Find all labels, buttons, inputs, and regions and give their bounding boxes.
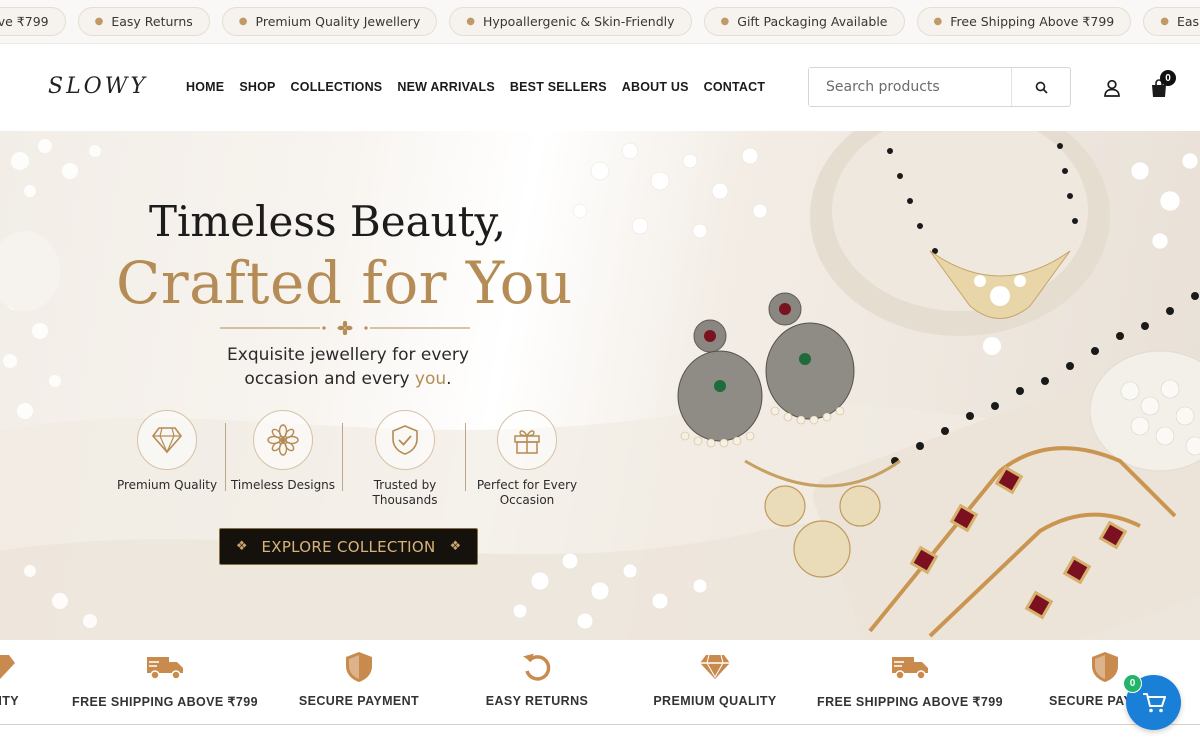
strip-item: EASY RETURNS	[437, 648, 637, 708]
diamond-icon	[151, 427, 183, 454]
hero-banner: Timeless Beauty, Crafted for You Exquisi…	[0, 131, 1200, 640]
feature-label: Timeless Designs	[230, 478, 336, 492]
flower-icon	[267, 424, 299, 456]
bullet-icon: ●	[720, 16, 730, 27]
feature-label: Trusted by Thousands	[372, 478, 438, 507]
bullet-icon: ●	[94, 16, 104, 27]
announcement-text: Gift Packaging Available	[737, 14, 888, 29]
announcement-text: Hypoallergenic & Skin-Friendly	[482, 14, 675, 29]
nav-about-us[interactable]: ABOUT US	[622, 80, 689, 94]
strip-item: PREMIUM QUALITY	[615, 648, 815, 708]
announcement-text: Eas	[1176, 14, 1200, 29]
hero-subtitle-highlight: you	[414, 369, 447, 389]
nav-shop[interactable]: SHOP	[239, 80, 275, 94]
nav-collections[interactable]: COLLECTIONS	[291, 80, 383, 94]
feature-label: Premium Quality	[116, 478, 218, 492]
bullet-icon: ●	[933, 16, 943, 27]
strip-label: EASY RETURNS	[485, 694, 589, 708]
explore-collection-label: EXPLORE COLLECTION	[261, 537, 436, 556]
strip-item: FREE SHIPPING ABOVE ₹799	[65, 648, 265, 709]
nav-contact[interactable]: CONTACT	[704, 80, 766, 94]
feature-separator	[342, 423, 343, 491]
feature-icon-circle	[253, 410, 313, 470]
ornament-icon: ❖	[235, 539, 248, 554]
announcement-pill: ●ve ₹799	[0, 7, 66, 36]
feature-label: Perfect for Every Occasion	[476, 478, 578, 507]
diamond-icon	[700, 654, 730, 679]
search-box	[808, 67, 1071, 107]
cart-count-badge: 0	[1160, 70, 1176, 86]
announcement-pill: ● Gift Packaging Available	[703, 7, 905, 36]
benefits-strip: ALITY FREE SHIPPING ABOVE ₹799 SECURE PA…	[0, 640, 1200, 725]
strip-item: FREE SHIPPING ABOVE ₹799	[810, 648, 1010, 709]
nav-best-sellers[interactable]: BEST SELLERS	[510, 80, 607, 94]
bullet-icon: ●	[1160, 16, 1169, 27]
feature-timeless-designs: Timeless Designs	[223, 410, 343, 493]
nav-home[interactable]: HOME	[186, 80, 224, 94]
announcement-track: ●ve ₹799 ●Easy Returns ●Premium Quality …	[0, 7, 1200, 36]
feature-trusted: Trusted by Thousands	[345, 410, 465, 508]
return-icon	[523, 653, 551, 681]
search-input[interactable]	[809, 68, 1012, 106]
strip-label: SECURE PAYMENT	[298, 694, 420, 708]
truck-icon	[892, 657, 928, 680]
user-icon[interactable]	[1102, 78, 1122, 98]
shield-icon	[1092, 652, 1118, 682]
ornament-divider	[220, 321, 470, 335]
shield-icon	[346, 652, 372, 682]
announcement-pill: ● Hypoallergenic & Skin-Friendly	[449, 7, 692, 36]
feature-premium-quality: Premium Quality	[107, 410, 227, 493]
hero-subtitle: Exquisite jewellery for every occasion a…	[198, 343, 498, 391]
ornament-icon: ❖	[449, 539, 462, 554]
diamond-icon	[0, 655, 15, 679]
announcement-text: Free Shipping Above ₹799	[950, 14, 1115, 29]
floating-cart-badge: 0	[1123, 674, 1142, 693]
announcement-text: Easy Returns	[111, 14, 193, 29]
hero-title-line2: Crafted for You	[116, 249, 573, 317]
gift-icon	[514, 430, 540, 454]
hero-subtitle-end: .	[446, 369, 452, 389]
announcement-bar: ●ve ₹799 ●Easy Returns ●Premium Quality …	[0, 0, 1200, 44]
bullet-icon: ●	[466, 16, 475, 27]
strip-item: SECURE PAYMENT	[259, 648, 459, 708]
site-header: SLOWY HOME SHOP COLLECTIONS NEW ARRIVALS…	[0, 44, 1200, 131]
nav-new-arrivals[interactable]: NEW ARRIVALS	[397, 80, 495, 94]
feature-icon-circle	[497, 410, 557, 470]
strip-label: FREE SHIPPING ABOVE ₹799	[72, 695, 258, 709]
main-nav: HOME SHOP COLLECTIONS NEW ARRIVALS BEST …	[186, 80, 765, 94]
hero-title-line1-text: Timeless Beauty,	[148, 197, 507, 246]
site-logo[interactable]: SLOWY	[48, 74, 148, 99]
shopping-cart-icon	[1142, 692, 1166, 712]
hero-title-line1: Timeless Beauty,	[0, 197, 700, 246]
announcement-text: ve ₹799	[0, 14, 49, 29]
bullet-icon: ●	[238, 16, 248, 27]
announcement-pill: ● Premium Quality Jewellery	[221, 7, 438, 36]
feature-icon-circle	[137, 410, 197, 470]
announcement-pill: ● Eas	[1143, 7, 1200, 36]
feature-icon-circle	[375, 410, 435, 470]
announcement-pill: ● Easy Returns	[77, 7, 210, 36]
truck-icon	[147, 657, 183, 680]
explore-collection-button[interactable]: ❖ EXPLORE COLLECTION ❖	[219, 528, 478, 565]
announcement-pill: ● Free Shipping Above ₹799	[916, 7, 1132, 36]
feature-separator	[465, 423, 466, 491]
shield-check-icon	[392, 425, 418, 455]
search-button[interactable]	[1012, 68, 1070, 106]
strip-label: FREE SHIPPING ABOVE ₹799	[817, 695, 1003, 709]
strip-label: PREMIUM QUALITY	[653, 694, 777, 708]
feature-every-occasion: Perfect for Every Occasion	[467, 410, 587, 508]
announcement-text: Premium Quality Jewellery	[255, 14, 421, 29]
search-icon	[1035, 81, 1048, 94]
